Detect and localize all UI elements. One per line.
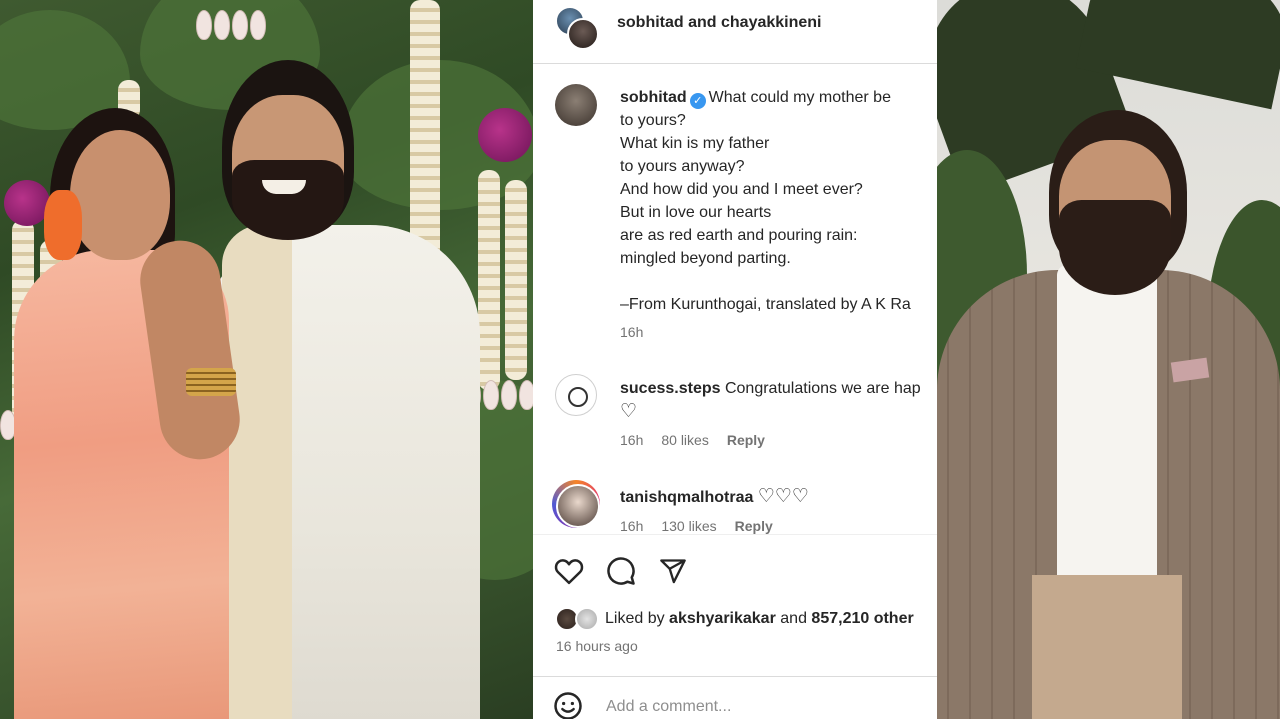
comment-username[interactable]: sucess.steps [620, 380, 721, 397]
post-actions [533, 534, 937, 606]
verified-badge-icon: ✓ [689, 93, 706, 109]
jasmine-garland [505, 180, 527, 380]
caption-username[interactable]: sobhitad [620, 89, 687, 106]
comment-meta: 16h 130 likes Reply [620, 518, 773, 534]
caption-line: mingled beyond parting. [620, 250, 791, 267]
likes-summary: Liked by akshyarikakar and 857,210 other [553, 606, 937, 634]
comment-hearts-icon: ♡♡♡ [757, 486, 809, 507]
man-shawl [222, 225, 292, 719]
caption-line: –From Kurunthogai, translated by A K Ra [620, 296, 911, 313]
comment-likes[interactable]: 130 likes [661, 518, 716, 534]
flower-buds [196, 10, 266, 40]
hair-flower [44, 190, 82, 260]
avatar[interactable] [567, 18, 599, 50]
reply-button[interactable]: Reply [727, 432, 765, 448]
comment-input[interactable] [606, 694, 926, 719]
caption-line: What kin is my father [620, 135, 770, 152]
comment-text: tanishqmalhotraa ♡♡♡ [620, 485, 937, 509]
rose-cluster [478, 108, 532, 162]
avatar[interactable] [555, 374, 597, 416]
comment-username[interactable]: tanishqmalhotraa [620, 489, 753, 506]
comment-likes[interactable]: 80 likes [661, 432, 708, 448]
likes-text: Liked by akshyarikakar and 857,210 other [605, 610, 914, 628]
beige-trousers [1032, 575, 1182, 719]
avatar[interactable] [555, 84, 597, 126]
post-timestamp[interactable]: 16 hours ago [556, 638, 638, 654]
caption-line: But in love our hearts [620, 204, 772, 221]
woman-face [70, 130, 170, 260]
comment-meta: 16h 80 likes Reply [620, 432, 765, 448]
avatar [575, 607, 599, 631]
right-portrait-photo [937, 0, 1280, 719]
caption-line: And how did you and I meet ever? [620, 181, 863, 198]
avatar-story-ring[interactable] [552, 480, 600, 528]
heart-icon[interactable] [553, 555, 585, 587]
jasmine-garland [478, 170, 500, 390]
liker-username[interactable]: akshyarikakar [669, 610, 776, 627]
man-beard [232, 160, 344, 240]
comment-body: Congratulations we are hap [724, 380, 921, 397]
caption-timestamp[interactable]: 16h [620, 324, 643, 340]
caption-line: to yours? [620, 112, 686, 129]
likes-and: and [780, 610, 807, 627]
gold-bangles [186, 368, 236, 396]
comment-time[interactable]: 16h [620, 432, 643, 448]
caption-line: What could my mother be [708, 89, 891, 106]
comment-time[interactable]: 16h [620, 518, 643, 534]
comment-heart-icon: ♡ [620, 401, 638, 422]
white-shirt [1057, 265, 1157, 575]
reply-button[interactable]: Reply [735, 518, 773, 534]
post-header: sobhitad and chayakkineni [533, 0, 937, 64]
caption-line: are as red earth and pouring rain: [620, 227, 858, 244]
likes-prefix: Liked by [605, 610, 665, 627]
share-icon[interactable] [657, 555, 689, 587]
comment-icon[interactable] [605, 555, 637, 587]
add-comment-bar [533, 676, 937, 719]
left-couple-photo [0, 0, 533, 719]
man-beard [1059, 200, 1171, 295]
collab-avatars[interactable] [555, 6, 599, 50]
post-header-usernames[interactable]: sobhitad and chayakkineni [617, 14, 822, 32]
likes-count-link[interactable]: 857,210 other [811, 610, 913, 627]
liker-avatars[interactable] [555, 607, 601, 631]
caption-line: to yours anyway? [620, 158, 745, 175]
caption-text: sobhitad ✓ What could my mother be to your… [620, 86, 937, 316]
instagram-post-panel: sobhitad and chayakkineni sobhitad ✓ What … [533, 0, 937, 719]
smiley-icon[interactable] [553, 691, 585, 719]
comment-text: sucess.steps Congratulations we are hap … [620, 377, 937, 424]
